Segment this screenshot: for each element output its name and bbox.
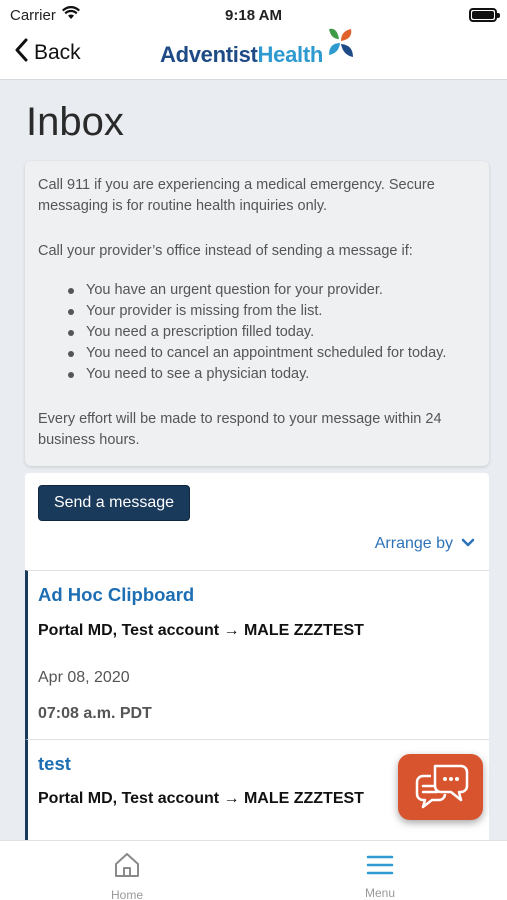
message-route: Portal MD, Test account → MALE ZZZTEST [38, 622, 364, 639]
home-icon [113, 851, 141, 884]
tab-bar: Home Menu [0, 840, 507, 900]
message-list-item[interactable]: Ad Hoc Clipboard Portal MD, Test account… [25, 570, 489, 739]
tab-home-label: Home [110, 888, 143, 900]
tab-home[interactable]: Home [77, 841, 177, 900]
page-title: Inbox [26, 100, 124, 144]
message-time: 07:08 a.m. PDT [38, 705, 152, 722]
send-message-button[interactable]: Send a message [38, 485, 190, 521]
notice-bullet-list: You have an urgent question for your pro… [66, 280, 476, 385]
message-subject: test [38, 753, 71, 774]
hamburger-menu-icon [366, 853, 394, 882]
notice-bullet: Your provider is missing from the list. [66, 301, 476, 322]
notice-intro: Call 911 if you are experiencing a medic… [38, 177, 435, 214]
battery-icon [469, 8, 500, 22]
arrange-by-label: Arrange by [374, 535, 453, 552]
message-subject: Ad Hoc Clipboard [38, 584, 195, 605]
chat-button[interactable] [398, 754, 483, 820]
notice-bullet: You have an urgent question for your pro… [66, 280, 476, 301]
tab-menu[interactable]: Menu [330, 841, 430, 900]
chevron-down-icon [461, 535, 475, 553]
notice-bullet: You need a prescription filled today. [66, 322, 476, 343]
notice-bullet: You need to cancel an appointment schedu… [66, 343, 476, 364]
wifi-icon [61, 5, 80, 24]
carrier-label: Carrier [10, 6, 56, 24]
back-label: Back [34, 41, 81, 64]
logo-text-secondary: Health [257, 42, 324, 67]
logo-text-primary: Adventist [160, 42, 258, 67]
logo-leaf-icon [325, 25, 355, 74]
emergency-notice: Call 911 if you are experiencing a medic… [25, 161, 489, 466]
message-date: Apr 08, 2020 [38, 669, 130, 686]
arrange-by-dropdown[interactable]: Arrange by [375, 535, 475, 553]
chevron-left-icon [14, 38, 28, 68]
notice-bullet: You need to see a physician today. [66, 364, 476, 385]
chat-bubbles-icon [411, 760, 471, 815]
message-route: Portal MD, Test account → MALE ZZZTEST [38, 790, 364, 807]
notice-call-instead: Call your provider’s office instead of s… [38, 243, 413, 259]
message-actions-card: Send a message Arrange by [25, 473, 489, 570]
notice-footer: Every effort will be made to respond to … [38, 411, 442, 448]
status-left: Carrier [10, 5, 80, 24]
status-bar: Carrier 9:18 AM [0, 0, 507, 30]
nav-bar: Back AdventistHealth [0, 28, 507, 80]
back-button[interactable]: Back [14, 38, 81, 68]
tab-menu-label: Menu [364, 886, 396, 900]
adventist-health-logo: AdventistHealth [160, 28, 355, 80]
